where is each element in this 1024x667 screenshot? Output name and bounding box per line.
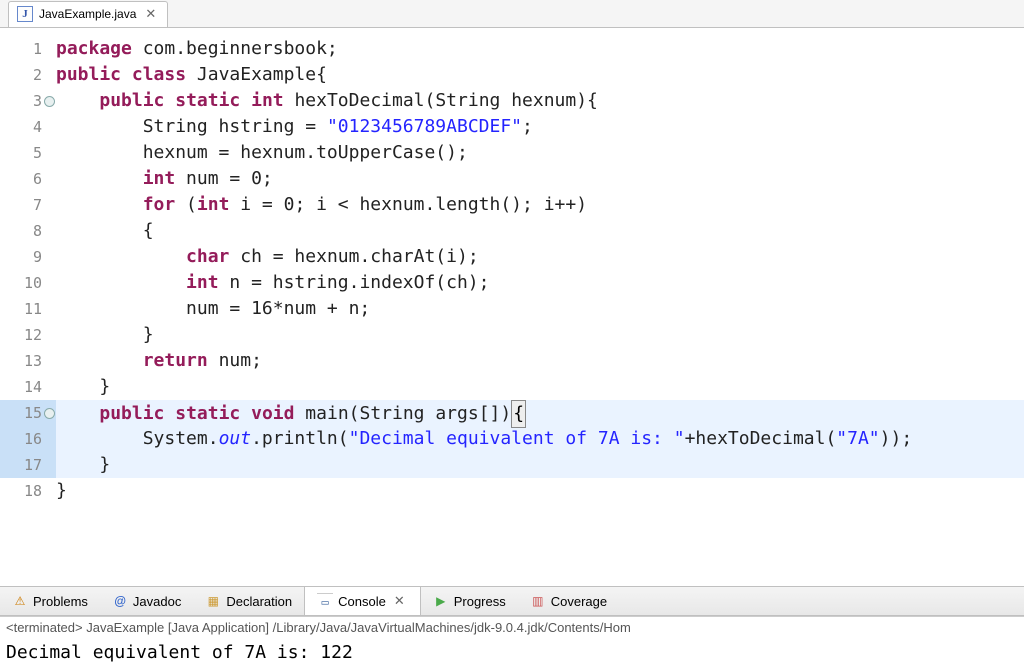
view-tab-label: Javadoc — [133, 594, 181, 609]
line-number: 14 — [0, 374, 56, 400]
line-number: 8 — [0, 218, 56, 244]
editor-tab-java-example[interactable]: J JavaExample.java ✕ — [8, 1, 168, 27]
code-line[interactable]: } — [56, 374, 1024, 400]
code-editor[interactable]: 123456789101112131415161718 package com.… — [0, 28, 1024, 586]
code-line[interactable]: for (int i = 0; i < hexnum.length(); i++… — [56, 192, 1024, 218]
view-tab-progress[interactable]: ▶ Progress — [421, 587, 518, 615]
view-tab-label: Coverage — [551, 594, 607, 609]
code-line[interactable]: { — [56, 218, 1024, 244]
javadoc-icon: @ — [112, 593, 128, 609]
problems-icon: ⚠ — [12, 593, 28, 609]
line-number: 13 — [0, 348, 56, 374]
code-line[interactable]: num = 16*num + n; — [56, 296, 1024, 322]
code-line[interactable]: } — [56, 478, 1024, 504]
line-number: 11 — [0, 296, 56, 322]
code-line[interactable]: char ch = hexnum.charAt(i); — [56, 244, 1024, 270]
code-line[interactable]: public class JavaExample{ — [56, 62, 1024, 88]
code-line[interactable]: hexnum = hexnum.toUpperCase(); — [56, 140, 1024, 166]
line-number: 7 — [0, 192, 56, 218]
line-number: 10 — [0, 270, 56, 296]
line-number: 3 — [0, 88, 56, 114]
line-number: 2 — [0, 62, 56, 88]
code-line[interactable]: } — [56, 452, 1024, 478]
line-number: 15 — [0, 400, 56, 426]
view-tab-label: Progress — [454, 594, 506, 609]
line-number: 4 — [0, 114, 56, 140]
view-tab-label: Console — [338, 594, 386, 609]
code-line[interactable]: return num; — [56, 348, 1024, 374]
editor-tab-bar: J JavaExample.java ✕ — [0, 0, 1024, 28]
view-tab-problems[interactable]: ⚠ Problems — [0, 587, 100, 615]
console-launch-header: <terminated> JavaExample [Java Applicati… — [0, 617, 1024, 638]
console-icon: ▭ — [317, 593, 333, 609]
code-line[interactable]: } — [56, 322, 1024, 348]
view-tab-javadoc[interactable]: @ Javadoc — [100, 587, 193, 615]
cursor-highlight: { — [511, 400, 526, 428]
close-icon[interactable]: ✕ — [142, 6, 159, 22]
bottom-views-tab-bar: ⚠ Problems @ Javadoc ▦ Declaration ▭ Console ✕ ▶ P… — [0, 586, 1024, 616]
view-tab-console[interactable]: ▭ Console ✕ — [304, 587, 421, 615]
console-view: <terminated> JavaExample [Java Applicati… — [0, 616, 1024, 667]
line-number: 16 — [0, 426, 56, 452]
line-number: 12 — [0, 322, 56, 348]
code-line[interactable]: public static void main(String args[]){ — [56, 400, 1024, 426]
declaration-icon: ▦ — [205, 593, 221, 609]
code-line[interactable]: public static int hexToDecimal(String he… — [56, 88, 1024, 114]
close-icon[interactable]: ✕ — [391, 593, 408, 609]
code-line[interactable]: package com.beginnersbook; — [56, 36, 1024, 62]
view-tab-label: Declaration — [226, 594, 292, 609]
line-number: 6 — [0, 166, 56, 192]
line-number: 18 — [0, 478, 56, 504]
code-area[interactable]: package com.beginnersbook;public class J… — [56, 28, 1024, 586]
view-tab-declaration[interactable]: ▦ Declaration — [193, 587, 304, 615]
line-number: 5 — [0, 140, 56, 166]
coverage-icon: ▥ — [530, 593, 546, 609]
line-number: 9 — [0, 244, 56, 270]
editor-tab-filename: JavaExample.java — [39, 7, 136, 21]
view-tab-coverage[interactable]: ▥ Coverage — [518, 587, 619, 615]
progress-icon: ▶ — [433, 593, 449, 609]
view-tab-label: Problems — [33, 594, 88, 609]
code-line[interactable]: int num = 0; — [56, 166, 1024, 192]
code-line[interactable]: int n = hstring.indexOf(ch); — [56, 270, 1024, 296]
line-number: 1 — [0, 36, 56, 62]
code-line[interactable]: String hstring = "0123456789ABCDEF"; — [56, 114, 1024, 140]
line-number-gutter: 123456789101112131415161718 — [0, 28, 56, 586]
java-file-icon: J — [17, 6, 33, 22]
console-output[interactable]: Decimal equivalent of 7A is: 122 — [0, 638, 1024, 667]
code-line[interactable]: System.out.println("Decimal equivalent o… — [56, 426, 1024, 452]
line-number: 17 — [0, 452, 56, 478]
